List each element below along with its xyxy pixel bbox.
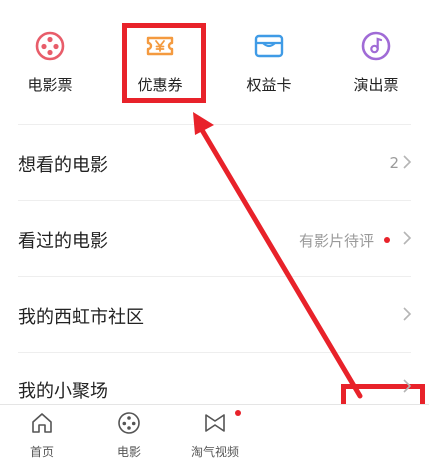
list-item-want-to-watch[interactable]: 想看的电影 2 xyxy=(0,125,429,201)
home-icon xyxy=(32,413,52,433)
shortcut-label: 权益卡 xyxy=(246,76,292,94)
unread-dot xyxy=(384,237,390,243)
list-item-title: 我的西虹市社区 xyxy=(18,307,144,328)
video-play-icon xyxy=(205,414,225,432)
list-item-community[interactable]: 我的西虹市社区 xyxy=(0,277,429,353)
chevron-right-icon xyxy=(403,379,412,393)
tab-label: 淘气视频 xyxy=(190,445,239,459)
chevron-right-icon xyxy=(403,155,412,169)
shortcut-show-tickets[interactable]: 演出票 xyxy=(331,20,421,100)
chevron-right-icon xyxy=(403,231,412,245)
tab-videos[interactable]: 淘气视频 xyxy=(175,405,255,460)
tab-movies[interactable]: 电影 xyxy=(89,405,169,460)
coupon-highlight-box xyxy=(122,23,206,103)
music-disc-icon xyxy=(361,31,391,61)
chevron-right-icon xyxy=(403,307,412,321)
list-item-title: 我的小聚场 xyxy=(18,381,108,402)
list-item-count: 2 xyxy=(389,154,399,172)
tab-label: 首页 xyxy=(29,445,54,459)
shortcut-grid: 电影票 优惠券 权益卡 演出票 xyxy=(0,0,429,120)
tab-label: 电影 xyxy=(116,445,141,459)
wallet-card-icon xyxy=(254,34,284,58)
film-reel-icon xyxy=(118,412,140,434)
notification-dot xyxy=(235,410,241,416)
tab-home[interactable]: 首页 xyxy=(2,405,82,460)
list-item-watched[interactable]: 看过的电影 有影片待评 xyxy=(0,201,429,277)
shortcut-label: 电影票 xyxy=(27,76,73,94)
shortcut-movie-tickets[interactable]: 电影票 xyxy=(5,20,95,100)
list-item-status: 有影片待评 xyxy=(298,232,374,250)
list-item-title: 想看的电影 xyxy=(18,155,108,176)
film-reel-icon xyxy=(35,31,65,61)
shortcut-benefit-cards[interactable]: 权益卡 xyxy=(224,20,314,100)
shortcut-label: 演出票 xyxy=(353,76,399,94)
bottom-tab-bar: 首页 电影 淘气视频 xyxy=(0,404,429,460)
list-item-title: 看过的电影 xyxy=(18,231,108,252)
